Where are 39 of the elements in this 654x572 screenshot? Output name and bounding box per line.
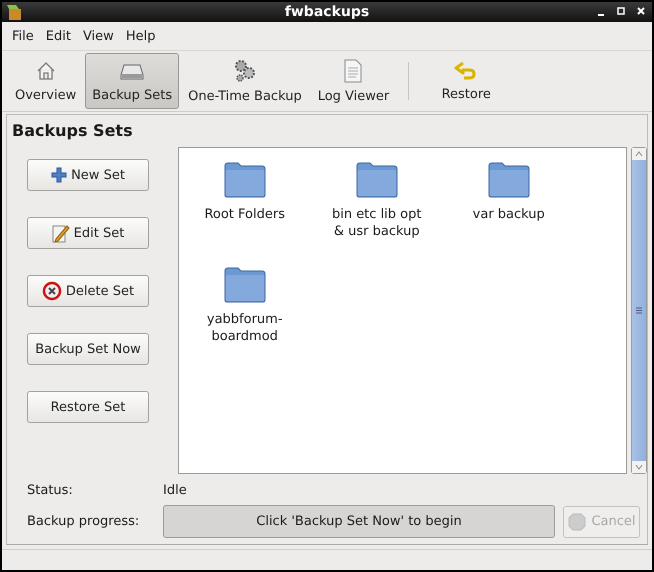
section-heading: Backups Sets — [12, 121, 134, 140]
toolbar-tab[interactable]: Log Viewer — [310, 53, 396, 109]
gears-icon — [232, 58, 257, 82]
grip-icon — [636, 307, 642, 314]
set-action-button[interactable]: Restore Set — [27, 391, 149, 423]
menu-item[interactable]: Edit — [40, 28, 77, 44]
status-label: Status: — [27, 482, 74, 498]
menu-item[interactable]: Help — [120, 28, 162, 44]
scrollbar[interactable] — [631, 147, 647, 474]
stop-icon — [567, 512, 588, 532]
set-action-button[interactable]: New Set — [27, 159, 149, 191]
notepad-pencil-icon — [52, 223, 70, 243]
restore-button[interactable]: Restore — [421, 53, 512, 109]
window-title: fwbackups — [284, 4, 370, 20]
menu-item[interactable]: View — [76, 28, 120, 44]
set-action-button[interactable]: Edit Set — [27, 217, 149, 249]
folder-icon — [354, 162, 399, 198]
plus-icon — [51, 167, 68, 183]
set-name[interactable]: yabbforum-boardmod — [196, 311, 293, 345]
menu-item[interactable]: File — [6, 28, 40, 44]
set-name[interactable]: bin etc lib opt & usr backup — [328, 206, 425, 240]
toolbar-tab[interactable]: Backup Sets — [85, 53, 180, 109]
close-button[interactable] — [636, 5, 646, 17]
folder-icon — [222, 162, 267, 198]
maximize-button[interactable] — [616, 5, 626, 17]
set-name[interactable]: Root Folders — [196, 206, 293, 223]
toolbar-tab[interactable]: One-Time Backup — [181, 53, 309, 109]
folder-icon — [486, 162, 531, 198]
folder-icon — [222, 267, 267, 303]
set-action-button[interactable]: Backup Set Now — [27, 333, 149, 365]
set-action-button[interactable]: Delete Set — [27, 275, 149, 307]
progress-label: Backup progress: — [27, 514, 140, 529]
status-value: Idle — [163, 482, 187, 498]
set-name[interactable]: var backup — [460, 206, 557, 223]
progress-text: Click 'Backup Set Now' to begin — [256, 514, 462, 529]
delete-icon — [42, 281, 62, 301]
app-icon — [6, 3, 24, 21]
document-icon — [343, 58, 364, 82]
toolbar-tab[interactable]: Overview — [8, 53, 84, 109]
